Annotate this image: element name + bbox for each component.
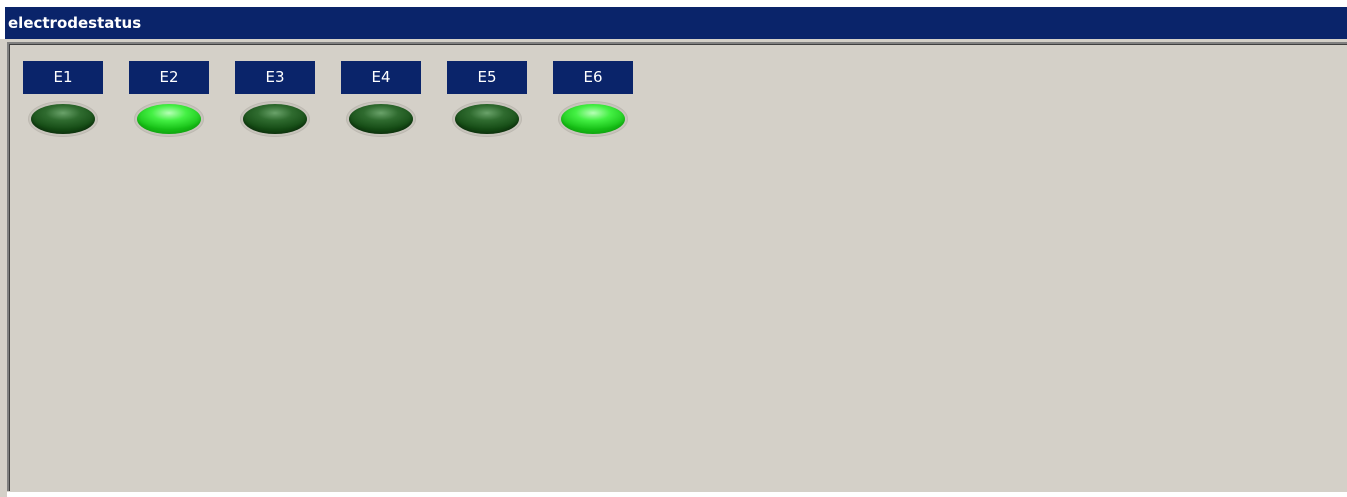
status-led-indicator [346,101,416,137]
led-lamp [455,104,519,134]
electrode-label: E3 [235,61,315,94]
electrode-panel: E1 E2 E3 E4 E5 E6 [7,42,1347,491]
status-led-indicator [28,101,98,137]
electrode-e2: E2 [129,61,209,141]
window-title: electrodestatus [5,7,1347,39]
status-led-indicator [134,101,204,137]
window-bottom-edge [7,491,1347,497]
electrode-label: E5 [447,61,527,94]
electrode-status-window: electrodestatus E1 E2 E3 E4 E5 E6 [0,0,1347,497]
status-led-indicator [452,101,522,137]
led-lamp [349,104,413,134]
electrode-e3: E3 [235,61,315,141]
electrode-e5: E5 [447,61,527,141]
led-lamp [561,104,625,134]
window-top-edge [0,0,1347,7]
led-lamp [31,104,95,134]
status-led-indicator [240,101,310,137]
electrode-label: E6 [553,61,633,94]
status-led-indicator [558,101,628,137]
led-lamp [137,104,201,134]
electrode-e4: E4 [341,61,421,141]
electrode-label: E4 [341,61,421,94]
electrode-label: E2 [129,61,209,94]
electrode-label: E1 [23,61,103,94]
electrode-e1: E1 [23,61,103,141]
led-lamp [243,104,307,134]
electrode-e6: E6 [553,61,633,141]
